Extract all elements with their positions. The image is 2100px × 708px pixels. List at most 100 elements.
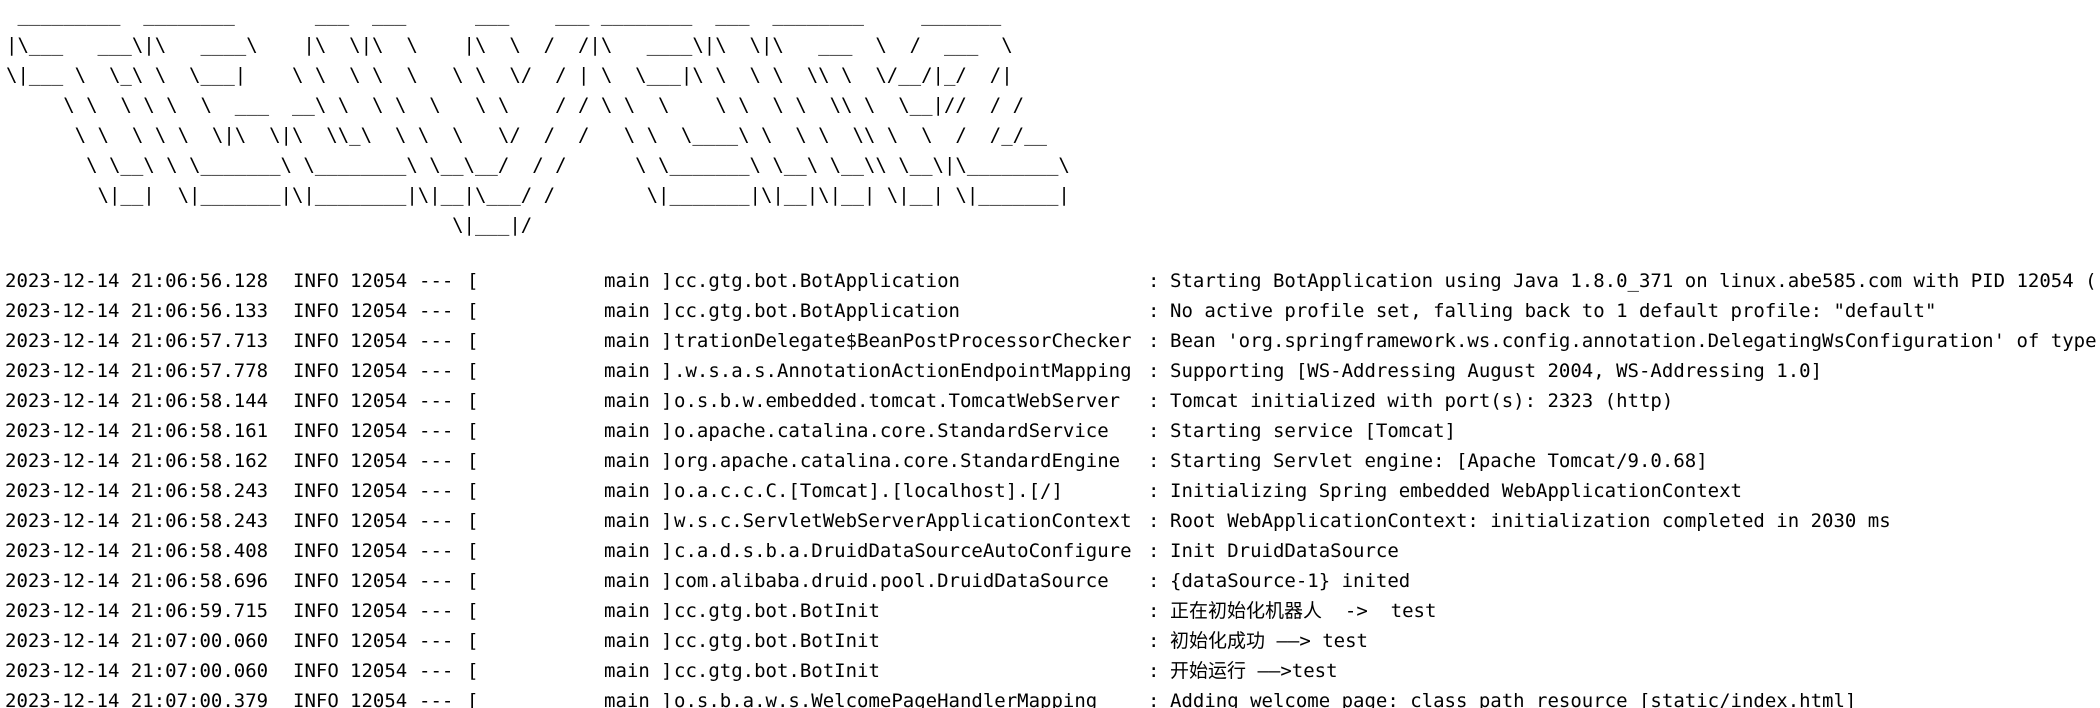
log-colon: : — [1148, 300, 1160, 322]
log-logger: org.apache.catalina.core.StandardEngine — [674, 450, 1121, 472]
log-logger: o.a.c.c.C.[Tomcat].[localhost].[/] — [674, 480, 1063, 502]
log-thread-open: [ — [467, 360, 479, 382]
log-thread: main — [604, 570, 650, 592]
log-pid: 12054 — [350, 690, 408, 708]
log-logger: .w.s.a.s.AnnotationActionEndpointMapping — [674, 360, 1132, 382]
log-message: Bean 'org.springframework.ws.config.anno… — [1170, 330, 2097, 352]
log-logger: trationDelegate$BeanPostProcessorChecker — [674, 330, 1132, 352]
log-level: INFO — [293, 480, 339, 502]
log-output: 2023-12-14 21:06:56.128 INFO 12054 --- [ main… — [0, 266, 2100, 708]
log-level: INFO — [293, 600, 339, 622]
log-thread-open: [ — [467, 390, 479, 412]
log-message: Init DruidDataSource — [1170, 540, 1399, 562]
log-thread-close: ] — [661, 270, 673, 292]
log-colon: : — [1148, 270, 1160, 292]
log-line: 2023-12-14 21:06:58.162 INFO 12054 --- [main… — [0, 446, 2100, 476]
log-logger: c.a.d.s.b.a.DruidDataSourceAutoConfigure — [674, 540, 1132, 562]
log-level: INFO — [293, 630, 339, 652]
log-thread: main — [604, 600, 650, 622]
log-pid: 12054 — [350, 300, 408, 322]
log-thread: main — [604, 540, 650, 562]
log-logger: cc.gtg.bot.BotInit — [674, 660, 880, 682]
log-pid: 12054 — [350, 450, 408, 472]
log-pid: 12054 — [350, 540, 408, 562]
log-pid: 12054 — [350, 270, 408, 292]
log-thread: main — [604, 420, 650, 442]
log-level: INFO — [293, 450, 339, 472]
log-thread-open: [ — [467, 660, 479, 682]
banner-line: |\___ ___\|\ ____\ |\ \|\ \ |\ \ / /|\ _… — [6, 34, 1013, 56]
log-separator: --- — [419, 360, 454, 382]
log-colon: : — [1148, 570, 1160, 592]
log-pid: 12054 — [350, 630, 408, 652]
log-colon: : — [1148, 600, 1160, 622]
log-separator: --- — [419, 630, 454, 652]
log-level: INFO — [293, 570, 339, 592]
log-pid: 12054 — [350, 600, 408, 622]
log-timestamp: 2023-12-14 21:06:58.161 — [5, 420, 269, 442]
log-thread-close: ] — [661, 420, 673, 442]
log-separator: --- — [419, 690, 454, 708]
log-separator: --- — [419, 570, 454, 592]
log-line: 2023-12-14 21:07:00.379 INFO 12054 --- [main… — [0, 686, 2100, 708]
log-line: 2023-12-14 21:06:57.778 INFO 12054 --- [main… — [0, 356, 2100, 386]
log-thread-close: ] — [661, 360, 673, 382]
log-level: INFO — [293, 270, 339, 292]
log-thread-close: ] — [661, 300, 673, 322]
log-separator: --- — [419, 300, 454, 322]
log-pid: 12054 — [350, 330, 408, 352]
log-timestamp: 2023-12-14 21:06:58.243 — [5, 510, 269, 532]
banner-line: _________ ________ ___ ___ ___ ___ _____… — [6, 4, 1002, 26]
log-logger: o.s.b.w.embedded.tomcat.TomcatWebServer — [674, 390, 1121, 412]
log-timestamp: 2023-12-14 21:06:57.778 — [5, 360, 269, 382]
log-logger: w.s.c.ServletWebServerApplicationContext — [674, 510, 1132, 532]
log-thread-open: [ — [467, 330, 479, 352]
log-message: Initializing Spring embedded WebApplicat… — [1170, 480, 1742, 502]
log-thread: main — [604, 360, 650, 382]
log-thread-close: ] — [661, 540, 673, 562]
log-message: {dataSource-1} inited — [1170, 570, 1411, 592]
log-thread: main — [604, 450, 650, 472]
log-separator: --- — [419, 510, 454, 532]
log-line: 2023-12-14 21:06:58.243 INFO 12054 --- [main… — [0, 476, 2100, 506]
log-timestamp: 2023-12-14 21:07:00.060 — [5, 660, 269, 682]
log-thread: main — [604, 330, 650, 352]
log-level: INFO — [293, 420, 339, 442]
log-thread: main — [604, 660, 650, 682]
log-thread: main — [604, 300, 650, 322]
log-timestamp: 2023-12-14 21:06:58.696 — [5, 570, 269, 592]
ascii-art-banner: _________ ________ ___ ___ ___ ___ _____… — [6, 0, 1070, 240]
log-colon: : — [1148, 660, 1160, 682]
log-message: 初始化成功 ——> test — [1170, 630, 1368, 652]
log-thread-open: [ — [467, 570, 479, 592]
log-message: No active profile set, falling back to 1… — [1170, 300, 1937, 322]
log-timestamp: 2023-12-14 21:06:58.162 — [5, 450, 269, 472]
log-timestamp: 2023-12-14 21:06:56.128 — [5, 270, 269, 292]
log-level: INFO — [293, 660, 339, 682]
log-separator: --- — [419, 660, 454, 682]
log-colon: : — [1148, 540, 1160, 562]
log-thread: main — [604, 480, 650, 502]
banner-line: \|__| \|_______|\|________|\|__|\___/ / … — [6, 184, 1070, 206]
log-level: INFO — [293, 690, 339, 708]
log-logger: cc.gtg.bot.BotApplication — [674, 270, 960, 292]
log-thread-open: [ — [467, 510, 479, 532]
log-separator: --- — [419, 420, 454, 442]
log-logger: o.s.b.a.w.s.WelcomePageHandlerMapping — [674, 690, 1098, 708]
log-message: Starting BotApplication using Java 1.8.0… — [1170, 270, 2097, 292]
log-logger: cc.gtg.bot.BotApplication — [674, 300, 960, 322]
log-colon: : — [1148, 360, 1160, 382]
terminal-window[interactable]: _________ ________ ___ ___ ___ ___ _____… — [0, 0, 2100, 708]
log-level: INFO — [293, 510, 339, 532]
log-pid: 12054 — [350, 480, 408, 502]
log-message: 正在初始化机器人 -> test — [1170, 600, 1437, 622]
log-line: 2023-12-14 21:07:00.060 INFO 12054 --- [main… — [0, 626, 2100, 656]
log-line: 2023-12-14 21:06:58.696 INFO 12054 --- [main… — [0, 566, 2100, 596]
log-pid: 12054 — [350, 420, 408, 442]
log-line: 2023-12-14 21:06:58.144 INFO 12054 --- [main… — [0, 386, 2100, 416]
banner-line: \ \ \ \ \ \|\ \|\ \\_\ \ \ \ \/ / / \ \ … — [6, 124, 1047, 146]
log-level: INFO — [293, 300, 339, 322]
log-level: INFO — [293, 390, 339, 412]
log-thread-close: ] — [661, 510, 673, 532]
log-separator: --- — [419, 450, 454, 472]
